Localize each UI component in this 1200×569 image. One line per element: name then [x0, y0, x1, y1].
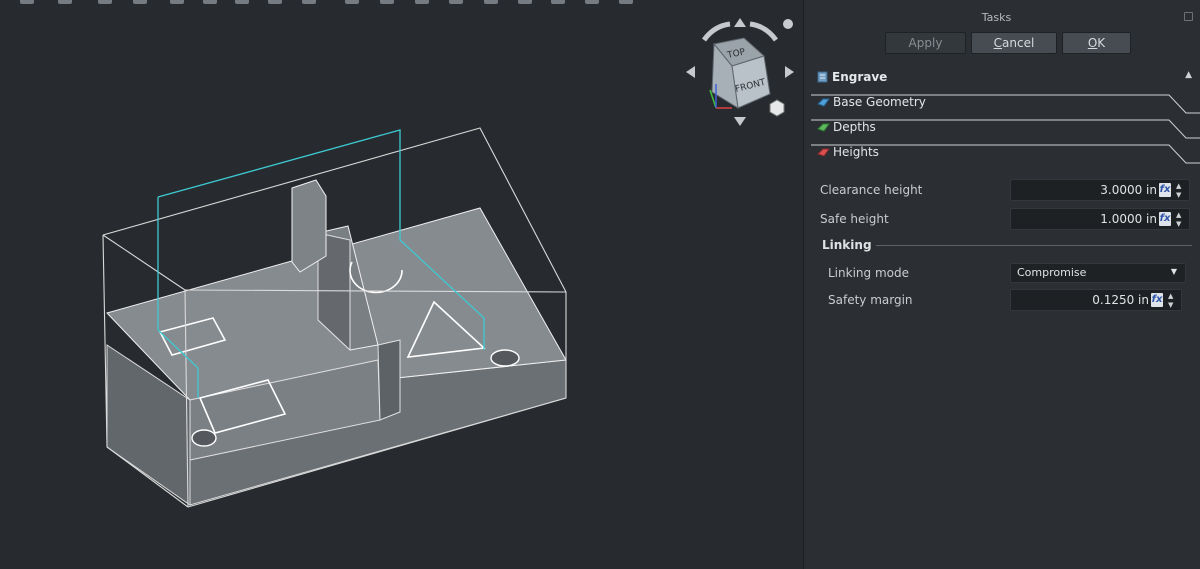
- navcube-arrow-right-icon[interactable]: [785, 66, 794, 78]
- expression-icon[interactable]: fx: [1151, 293, 1163, 307]
- section-outline: [811, 94, 1200, 114]
- dropdown-arrow-icon[interactable]: ▼: [1171, 267, 1177, 276]
- safe-height-value: 1.0000 in: [1100, 212, 1157, 226]
- navcube-arrow-down-icon[interactable]: [734, 117, 746, 126]
- spin-down-icon[interactable]: ▼: [1176, 191, 1181, 199]
- linking-mode-label: Linking mode: [828, 266, 909, 280]
- ok-mnemonic: O: [1087, 36, 1098, 50]
- tasks-panel: Tasks Apply Cancel OK Engrave ▲ Base Geo…: [803, 0, 1200, 569]
- clearance-height-field[interactable]: 3.0000 in fx ▲ ▼: [1010, 179, 1190, 201]
- ok-button[interactable]: OK: [1062, 32, 1131, 54]
- expression-icon[interactable]: fx: [1159, 183, 1171, 197]
- group-divider: [876, 245, 1192, 246]
- section-heights[interactable]: Heights: [811, 144, 1200, 166]
- 3d-viewport[interactable]: TOP FRONT: [0, 0, 803, 569]
- navcube-view-menu-icon[interactable]: [769, 99, 785, 117]
- safety-margin-field[interactable]: 0.1250 in fx ▲ ▼: [1010, 289, 1182, 311]
- expression-icon[interactable]: fx: [1159, 212, 1171, 226]
- engrave-operation-icon: [817, 71, 828, 83]
- section-outline: [811, 144, 1200, 164]
- clearance-height-value: 3.0000 in: [1100, 183, 1157, 197]
- part-pillar-front: [291, 179, 327, 273]
- navcube-rotate-left-icon[interactable]: [701, 21, 731, 42]
- operation-header[interactable]: Engrave ▲: [811, 67, 1196, 87]
- ok-label: K: [1097, 36, 1106, 50]
- part-slot: [377, 339, 401, 421]
- tasks-panel-title: Tasks: [981, 11, 1012, 24]
- section-base-geometry[interactable]: Base Geometry: [811, 94, 1200, 116]
- navcube-rotate-right-icon[interactable]: [749, 21, 779, 42]
- float-panel-icon[interactable]: [1184, 12, 1193, 21]
- hole-right: [490, 349, 520, 367]
- navigation-cube[interactable]: TOP FRONT: [680, 12, 798, 130]
- navcube-arrow-up-icon[interactable]: [734, 18, 746, 27]
- section-depths[interactable]: Depths: [811, 119, 1200, 141]
- linking-group-title: Linking: [822, 238, 872, 252]
- safe-height-label: Safe height: [820, 212, 889, 226]
- spin-up-icon[interactable]: ▲: [1176, 211, 1181, 219]
- apply-button[interactable]: Apply: [885, 32, 966, 54]
- operation-name: Engrave: [832, 70, 888, 84]
- spin-up-icon[interactable]: ▲: [1168, 292, 1173, 300]
- navcube-menu-icon[interactable]: [783, 19, 793, 29]
- safe-height-field[interactable]: 1.0000 in fx ▲ ▼: [1010, 208, 1190, 230]
- navcube-arrow-left-icon[interactable]: [686, 66, 695, 78]
- spin-buttons[interactable]: ▲ ▼: [1176, 181, 1186, 199]
- spin-up-icon[interactable]: ▲: [1176, 182, 1181, 190]
- linking-mode-value: Compromise: [1017, 266, 1087, 279]
- collapse-icon[interactable]: ▲: [1185, 70, 1192, 80]
- spin-buttons[interactable]: ▲ ▼: [1176, 210, 1186, 228]
- spin-down-icon[interactable]: ▼: [1168, 301, 1173, 309]
- spin-down-icon[interactable]: ▼: [1176, 220, 1181, 228]
- hole-left: [191, 429, 217, 447]
- cancel-mnemonic: C: [993, 36, 1003, 50]
- section-outline: [811, 119, 1200, 139]
- clearance-height-label: Clearance height: [820, 183, 923, 197]
- linking-mode-select[interactable]: Compromise ▼: [1010, 263, 1186, 283]
- cancel-button[interactable]: Cancel: [971, 32, 1057, 54]
- safety-margin-value: 0.1250 in: [1092, 293, 1149, 307]
- safety-margin-label: Safety margin: [828, 293, 913, 307]
- cancel-label: ancel: [1002, 36, 1035, 50]
- spin-buttons[interactable]: ▲ ▼: [1168, 291, 1178, 309]
